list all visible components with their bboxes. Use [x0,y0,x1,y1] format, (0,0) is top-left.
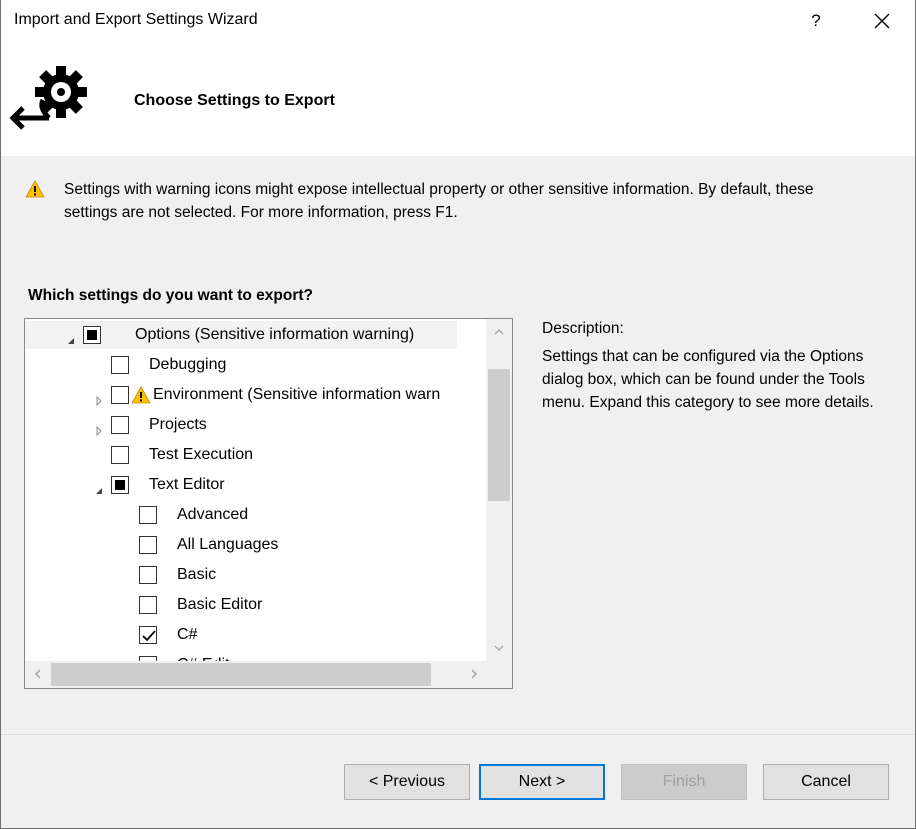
scroll-left-icon[interactable] [31,667,45,681]
tree-item-label: Environment (Sensitive information warn [153,386,441,403]
cancel-button[interactable]: Cancel [763,764,889,800]
expanded-arrow-icon[interactable] [65,329,77,344]
collapsed-arrow-icon[interactable] [93,389,105,407]
warning-text: Settings with warning icons might expose… [64,181,814,221]
tree-item-checkbox[interactable] [111,476,129,494]
tree-item[interactable]: Text Editor [25,471,486,499]
description-label: Description: [542,320,624,337]
collapsed-arrow-icon[interactable] [93,419,105,437]
tree-item-checkbox[interactable] [83,326,101,344]
tree-item[interactable]: C# Edit [25,651,486,661]
previous-button[interactable]: < Previous [344,764,470,800]
finish-button: Finish [621,764,747,800]
horizontal-scroll-thumb[interactable] [51,663,431,686]
tree-item-checkbox[interactable] [111,356,129,374]
tree-item-checkbox[interactable] [139,626,157,644]
warning-icon [131,386,151,404]
window-title: Import and Export Settings Wizard [14,11,258,28]
tree-item-label: Test Execution [149,446,254,463]
tree-item-label: All Languages [177,536,279,553]
tree-content: Options (Sensitive information warning) D… [25,319,486,661]
tree-item-checkbox[interactable] [139,566,157,584]
tree-item-checkbox[interactable] [139,506,157,524]
gear-export-icon [9,60,97,130]
expanded-arrow-icon[interactable] [93,479,105,494]
page-title: Choose Settings to Export [134,92,335,109]
settings-tree[interactable]: Options (Sensitive information warning) D… [24,318,513,689]
help-button[interactable]: ? [801,6,831,36]
tree-item-label: Projects [149,416,207,433]
tree-item-label: Basic Editor [177,596,263,613]
tree-item[interactable]: Debugging [25,351,486,379]
tree-item[interactable]: All Languages [25,531,486,559]
tree-item-checkbox[interactable] [139,596,157,614]
tree-item-label: Debugging [149,356,227,373]
settings-question: Which settings do you want to export? [28,287,314,304]
scroll-down-icon[interactable] [492,641,506,655]
tree-item-label: Advanced [177,506,249,523]
wizard-header: Choose Settings to Export [1,44,915,156]
horizontal-scrollbar[interactable] [25,661,486,688]
close-icon [874,13,890,29]
tree-item[interactable]: Projects [25,411,486,439]
tree-item-label: Options (Sensitive information warning) [135,326,415,343]
scroll-up-icon[interactable] [492,325,506,339]
close-button[interactable] [867,6,897,36]
tree-item[interactable]: Test Execution [25,441,486,469]
wizard-window: Import and Export Settings Wizard ? Choo… [0,0,916,829]
tree-item-checkbox[interactable] [111,416,129,434]
tree-item[interactable]: Basic Editor [25,591,486,619]
button-separator [1,734,915,735]
description-text: Settings that can be configured via the … [542,348,874,411]
title-bar: Import and Export Settings Wizard ? [1,0,915,44]
tree-item[interactable]: Options (Sensitive information warning) [25,321,457,349]
next-button[interactable]: Next > [479,764,605,800]
tree-item[interactable]: Basic [25,561,486,589]
scroll-right-icon[interactable] [467,667,481,681]
tree-item[interactable]: Advanced [25,501,486,529]
tree-item-checkbox[interactable] [111,446,129,464]
scrollbar-corner [486,661,512,688]
tree-item[interactable]: C# [25,621,486,649]
vertical-scrollbar[interactable] [486,319,512,661]
tree-item[interactable]: Environment (Sensitive information warn [25,381,486,409]
tree-item-label: C# [177,626,198,643]
tree-item-checkbox[interactable] [111,386,129,404]
tree-item-label: Basic [177,566,217,583]
tree-item-label: C# Edit [177,651,229,661]
tree-item-checkbox[interactable] [139,536,157,554]
vertical-scroll-thumb[interactable] [488,369,510,501]
warning-icon [25,180,45,198]
tree-item-label: Text Editor [149,476,225,493]
